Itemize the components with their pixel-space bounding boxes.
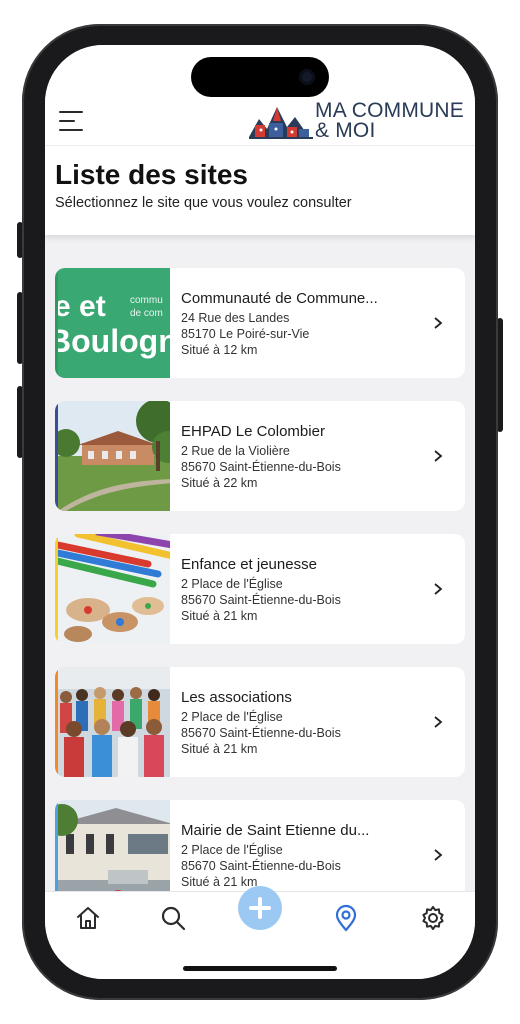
site-distance: Situé à 21 km [181, 609, 258, 623]
site-card[interactable]: EHPAD Le Colombier 2 Rue de la Violière … [55, 401, 465, 511]
site-thumbnail [55, 401, 170, 511]
chevron-right-icon [434, 317, 443, 329]
search-icon[interactable] [157, 902, 189, 934]
site-street: 2 Place de l'Église [181, 843, 283, 857]
screen: MA COMMUNE & MOI Liste des sites Sélecti… [45, 45, 475, 979]
site-city: 85170 Le Poiré-sur-Vie [181, 327, 310, 341]
camera-icon [299, 69, 315, 85]
site-distance: Situé à 21 km [181, 742, 258, 756]
site-thumbnail [55, 667, 170, 777]
site-thumbnail [55, 534, 170, 644]
site-street: 2 Place de l'Église [181, 710, 283, 724]
tab-bar [45, 886, 475, 979]
site-street: 2 Rue de la Violière [181, 444, 290, 458]
page-subtitle: Sélectionnez le site que vous voulez con… [55, 195, 352, 211]
settings-icon[interactable] [417, 902, 449, 934]
village-logo-icon [249, 107, 313, 139]
svg-text:de com: de com [130, 308, 163, 319]
site-thumbnail: e et Boulogn commu de com [55, 268, 170, 378]
site-street: 2 Place de l'Église [181, 577, 283, 591]
home-icon[interactable] [72, 902, 104, 934]
site-name: Enfance et jeunesse [181, 556, 317, 573]
site-name: Communauté de Commune... [181, 290, 378, 307]
community-logo-image: e et Boulogn commu de com [58, 268, 170, 378]
location-icon[interactable] [330, 902, 362, 934]
site-card[interactable]: Les associations 2 Place de l'Église 856… [55, 667, 465, 777]
site-card[interactable]: e et Boulogn commu de com Communauté de … [55, 268, 465, 378]
site-name: Les associations [181, 689, 292, 706]
site-name: Mairie de Saint Etienne du... [181, 822, 370, 839]
svg-text:e et: e et [58, 290, 106, 323]
dynamic-island [191, 57, 329, 97]
add-button[interactable] [238, 886, 282, 930]
colored-pencils-image [58, 534, 170, 644]
site-distance: Situé à 21 km [181, 875, 258, 889]
site-street: 24 Rue des Landes [181, 311, 290, 325]
site-card[interactable]: Enfance et jeunesse 2 Place de l'Église … [55, 534, 465, 644]
add-icon [249, 897, 271, 919]
site-city: 85670 Saint-Étienne-du-Bois [181, 859, 341, 873]
page-title: Liste des sites [55, 159, 248, 190]
home-indicator [183, 966, 337, 971]
svg-text:commu: commu [130, 295, 163, 306]
chevron-right-icon [434, 716, 443, 728]
site-name: EHPAD Le Colombier [181, 423, 325, 440]
chevron-right-icon [434, 450, 443, 462]
crowd-image [58, 667, 170, 777]
site-city: 85670 Saint-Étienne-du-Bois [181, 593, 341, 607]
header-divider [45, 145, 475, 146]
app-logo: MA COMMUNE & MOI [249, 99, 469, 143]
chevron-right-icon [434, 583, 443, 595]
site-distance: Situé à 22 km [181, 476, 258, 490]
menu-icon[interactable] [59, 111, 87, 133]
chevron-right-icon [434, 849, 443, 861]
sites-list: e et Boulogn commu de com Communauté de … [55, 268, 465, 933]
svg-text:Boulogn: Boulogn [58, 323, 170, 359]
logo-line-1: MA COMMUNE [315, 99, 464, 122]
building-garden-image [58, 401, 170, 511]
site-city: 85670 Saint-Étienne-du-Bois [181, 460, 341, 474]
site-distance: Situé à 12 km [181, 343, 258, 357]
site-city: 85670 Saint-Étienne-du-Bois [181, 726, 341, 740]
logo-line-2: & MOI [315, 119, 376, 142]
